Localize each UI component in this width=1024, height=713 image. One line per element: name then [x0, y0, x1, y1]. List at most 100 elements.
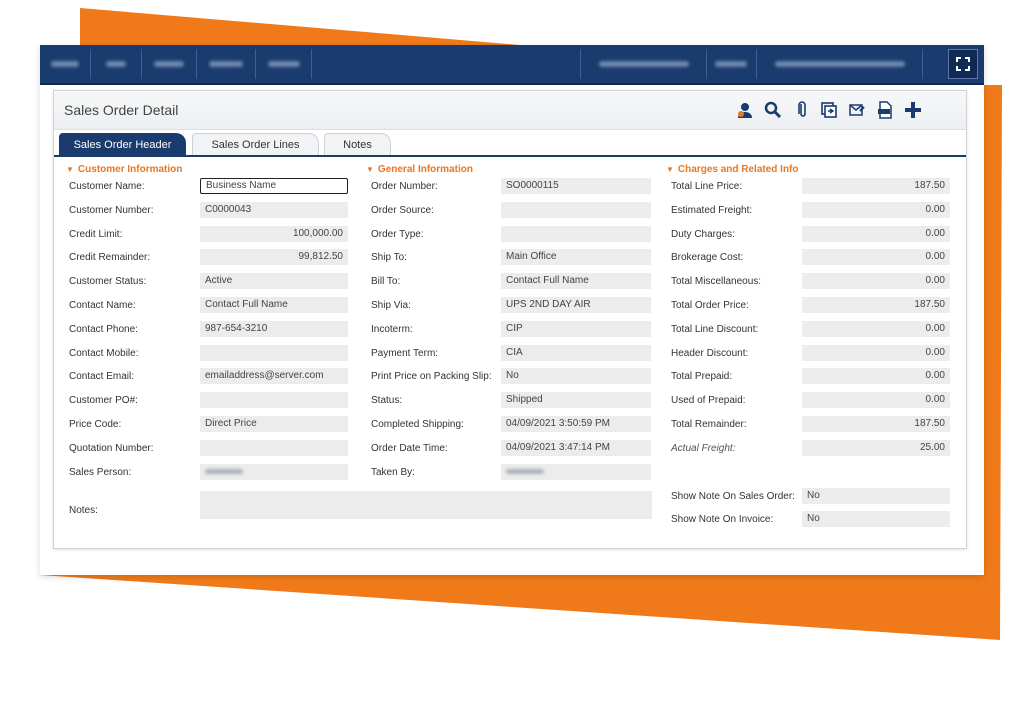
note-option-label: Show Note On Invoice: — [671, 514, 774, 525]
nav-user-info[interactable] — [580, 49, 707, 79]
general-field-label: Ship To: — [371, 252, 407, 263]
collapse-triangle-icon: ▼ — [66, 165, 74, 174]
pdf-icon[interactable] — [874, 99, 896, 121]
charges-field-value[interactable]: 0.00 — [802, 345, 950, 361]
nav-button-1[interactable] — [40, 49, 91, 79]
tab-notes[interactable]: Notes — [324, 133, 391, 155]
charges-field-value[interactable]: 0.00 — [802, 202, 950, 218]
general-field-value[interactable]: UPS 2ND DAY AIR — [501, 297, 651, 313]
general-field-label: Completed Shipping: — [371, 419, 464, 430]
user-lookup-icon[interactable] — [734, 99, 756, 121]
collapse-triangle-icon: ▼ — [666, 165, 674, 174]
note-option-value[interactable]: No — [802, 511, 950, 527]
customer-field-value[interactable]: emailaddress@server.com — [200, 368, 348, 384]
general-field-label: Order Number: — [371, 181, 438, 192]
customer-field-value[interactable]: C0000043 — [200, 202, 348, 218]
charges-field-label: Actual Freight: — [671, 443, 736, 454]
charges-field-label: Total Remainder: — [671, 419, 747, 430]
nav-button-4[interactable] — [197, 49, 256, 79]
charges-field-label: Brokerage Cost: — [671, 252, 744, 263]
section-title: Customer Information — [77, 164, 183, 175]
charges-field-value[interactable]: 0.00 — [802, 226, 950, 242]
charges-field-value[interactable]: 0.00 — [802, 321, 950, 337]
tab-bar: Sales Order Header Sales Order Lines Not… — [54, 133, 966, 157]
general-field-value[interactable] — [501, 226, 651, 242]
customer-field-value[interactable]: 100,000.00 — [200, 226, 348, 242]
charges-field-value[interactable]: 0.00 — [802, 392, 950, 408]
customer-field-label: Price Code: — [69, 419, 122, 430]
charges-field-value[interactable]: 0.00 — [802, 368, 950, 384]
customer-field-value[interactable]: Active — [200, 273, 348, 289]
customer-field-label: Contact Mobile: — [69, 348, 139, 359]
general-field-label: Order Source: — [371, 205, 434, 216]
notes-label: Notes: — [69, 505, 98, 516]
collapse-triangle-icon: ▼ — [366, 165, 374, 174]
tab-sales-order-lines[interactable]: Sales Order Lines — [192, 133, 319, 155]
general-field-label: Order Type: — [371, 229, 424, 240]
customer-field-value[interactable]: 99,812.50 — [200, 249, 348, 265]
charges-field-value[interactable]: 187.50 — [802, 297, 950, 313]
general-field-value[interactable]: CIP — [501, 321, 651, 337]
search-icon[interactable] — [762, 99, 784, 121]
customer-field-value[interactable]: Direct Price — [200, 416, 348, 432]
general-field-label: Order Date Time: — [371, 443, 448, 454]
notes-field[interactable] — [200, 491, 652, 519]
customer-field-value[interactable] — [200, 345, 348, 361]
general-field-value[interactable]: SO0000115 — [501, 178, 651, 194]
general-field-value[interactable]: 04/09/2021 3:50:59 PM — [501, 416, 651, 432]
charges-field-label: Estimated Freight: — [671, 205, 753, 216]
charges-field-value[interactable]: 0.00 — [802, 249, 950, 265]
add-icon[interactable] — [902, 99, 924, 121]
general-field-value[interactable]: No — [501, 368, 651, 384]
redacted-value — [205, 468, 243, 474]
nav-logout[interactable] — [706, 49, 757, 79]
page-title: Sales Order Detail — [64, 102, 179, 118]
customer-field-value[interactable] — [200, 464, 348, 480]
email-icon[interactable] — [846, 99, 868, 121]
general-field-value[interactable]: Contact Full Name — [501, 273, 651, 289]
charges-field-value[interactable]: 0.00 — [802, 273, 950, 289]
customer-field-value[interactable]: Business Name — [200, 178, 348, 194]
general-field-label: Payment Term: — [371, 348, 439, 359]
copy-icon[interactable] — [818, 99, 840, 121]
customer-field-value[interactable]: Contact Full Name — [200, 297, 348, 313]
customer-field-label: Customer PO#: — [69, 395, 138, 406]
charges-field-label: Total Miscellaneous: — [671, 276, 762, 287]
customer-field-label: Contact Name: — [69, 300, 136, 311]
note-option-value[interactable]: No — [802, 488, 950, 504]
general-field-value[interactable] — [501, 464, 651, 480]
general-field-value[interactable]: Shipped — [501, 392, 651, 408]
charges-field-label: Duty Charges: — [671, 229, 735, 240]
customer-field-label: Quotation Number: — [69, 443, 154, 454]
expand-icon[interactable] — [948, 49, 978, 79]
customer-field-label: Customer Number: — [69, 205, 154, 216]
charges-info-section-header[interactable]: ▼ Charges and Related Info — [666, 164, 799, 175]
charges-field-value[interactable]: 25.00 — [802, 440, 950, 456]
charges-field-label: Header Discount: — [671, 348, 749, 359]
general-field-value[interactable] — [501, 202, 651, 218]
customer-field-label: Credit Remainder: — [69, 252, 151, 263]
customer-field-value[interactable] — [200, 440, 348, 456]
sales-order-panel: Sales Order Detail Sales Order Header Sa… — [53, 90, 967, 549]
general-field-value[interactable]: CIA — [501, 345, 651, 361]
general-info-section-header[interactable]: ▼ General Information — [366, 164, 473, 175]
note-option-label: Show Note On Sales Order: — [671, 491, 795, 502]
charges-field-label: Total Line Price: — [671, 181, 743, 192]
section-title: Charges and Related Info — [677, 164, 799, 175]
nav-button-2[interactable] — [91, 49, 142, 79]
customer-info-section-header[interactable]: ▼ Customer Information — [66, 164, 182, 175]
general-field-value[interactable]: 04/09/2021 3:47:14 PM — [501, 440, 651, 456]
nav-button-5[interactable] — [256, 49, 312, 79]
customer-field-label: Customer Status: — [69, 276, 147, 287]
customer-field-value[interactable] — [200, 392, 348, 408]
nav-company-info[interactable] — [757, 49, 923, 79]
charges-field-value[interactable]: 187.50 — [802, 178, 950, 194]
attachment-icon[interactable] — [792, 99, 814, 121]
tab-sales-order-header[interactable]: Sales Order Header — [59, 133, 186, 155]
customer-field-value[interactable]: 987-654-3210 — [200, 321, 348, 337]
general-field-value[interactable]: Main Office — [501, 249, 651, 265]
charges-field-value[interactable]: 187.50 — [802, 416, 950, 432]
customer-field-label: Sales Person: — [69, 467, 132, 478]
nav-button-3[interactable] — [142, 49, 197, 79]
general-field-label: Print Price on Packing Slip: — [371, 371, 492, 382]
